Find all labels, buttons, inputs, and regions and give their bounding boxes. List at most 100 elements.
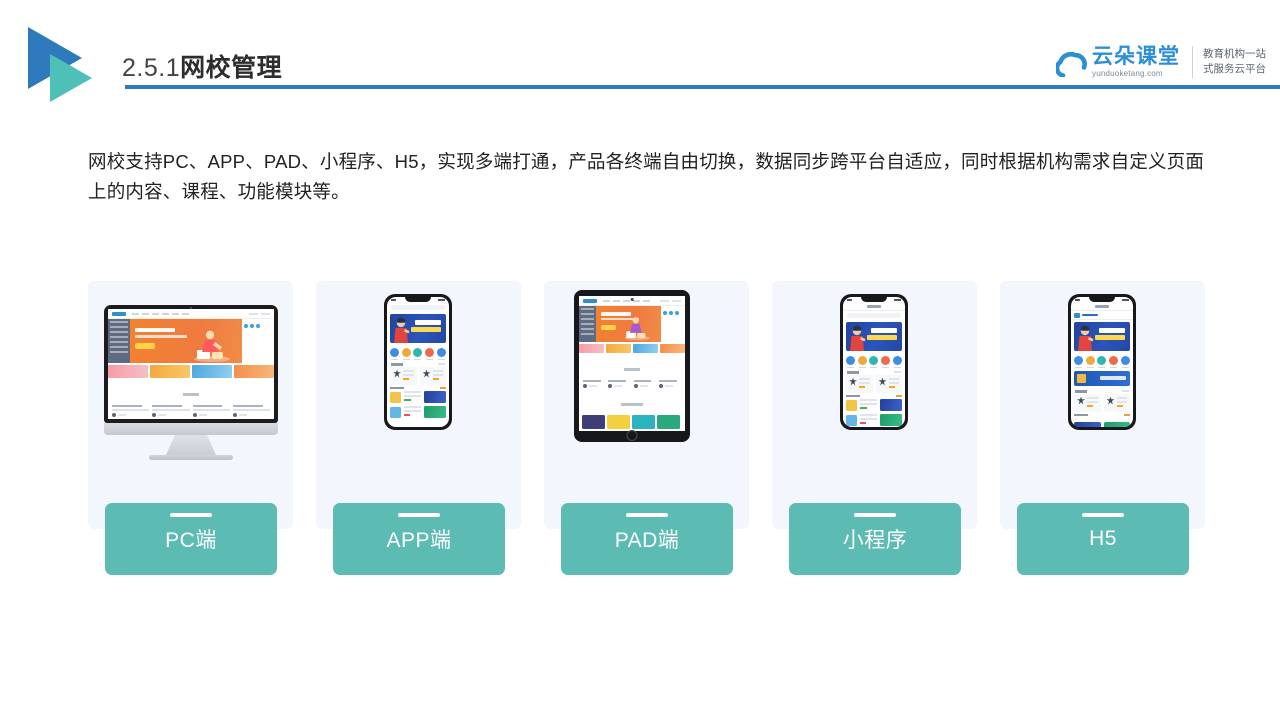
category-item[interactable] (1085, 356, 1095, 368)
star-icon (1106, 396, 1115, 405)
tablet-screen (579, 296, 685, 431)
preview-section-title (579, 390, 685, 413)
app-search-bar[interactable] (387, 303, 449, 312)
category-item[interactable] (857, 356, 867, 368)
app-featured-cards[interactable] (387, 366, 449, 385)
preview-illustration (194, 330, 230, 362)
app-category-icons[interactable] (387, 345, 449, 361)
preview-course-item (583, 380, 605, 388)
preview-course-grid (108, 403, 274, 419)
app-category-item[interactable] (436, 348, 446, 360)
featured-item[interactable] (875, 374, 902, 393)
bottom-banner[interactable] (1103, 422, 1130, 427)
preview-course-item (232, 405, 270, 417)
platform-card-h5 (1000, 281, 1205, 529)
course-item[interactable] (846, 414, 902, 426)
tablet-icon (574, 290, 690, 442)
miniprogram-search-bar[interactable] (843, 311, 905, 320)
preview-section-title (108, 380, 274, 403)
phone-screen (387, 297, 449, 427)
page-title-number: 2.5.1 (122, 54, 181, 82)
preview-course-item (658, 380, 681, 388)
phone-icon (384, 294, 452, 430)
monitor-base (149, 455, 233, 460)
phone-icon (840, 294, 908, 430)
course-item[interactable] (846, 399, 902, 411)
list-header (1074, 413, 1130, 416)
preview-promo-strip (108, 363, 274, 380)
app-course-item[interactable] (390, 391, 446, 403)
tablet-camera-icon (630, 298, 634, 301)
app-category-item[interactable] (413, 348, 423, 360)
brand-logo-block: 云朵课堂 yunduoketang.com 教育机构一站 式服务云平台 (1056, 40, 1266, 84)
app-list-header (390, 386, 446, 389)
badge-h5[interactable]: H5 (1017, 503, 1189, 575)
preview-illustration (624, 317, 650, 341)
page-title-text: 网校管理 (180, 54, 283, 82)
h5-category-icons[interactable] (1071, 353, 1133, 369)
preview-right-panel (242, 319, 274, 363)
platform-card-pad (544, 281, 749, 529)
platform-card-miniprogram (772, 281, 977, 529)
triangle-teal-shape (50, 54, 92, 102)
app-course-list[interactable] (387, 385, 449, 424)
star-icon (1077, 396, 1085, 405)
category-item[interactable] (1074, 356, 1084, 368)
badge-miniprogram[interactable]: 小程序 (789, 503, 961, 575)
tablet-home-button[interactable] (626, 430, 638, 441)
list-header (846, 394, 902, 397)
badge-pad[interactable]: PAD端 (561, 503, 733, 575)
preview-right-panel (661, 306, 685, 342)
app-featured-item[interactable] (390, 366, 417, 385)
category-item[interactable] (881, 356, 891, 368)
phone-screen (843, 297, 905, 427)
featured-cards[interactable] (843, 374, 905, 393)
preview-course-grid (579, 378, 685, 390)
preview-hero (108, 319, 274, 363)
featured-item[interactable] (1103, 393, 1130, 412)
intro-paragraph: 网校支持PC、APP、PAD、小程序、H5，实现多端打通，产品各终端自由切换，数… (88, 150, 1205, 203)
platform-card-pc (88, 281, 293, 529)
category-item[interactable] (1120, 356, 1130, 368)
preview-sidebar (579, 306, 596, 342)
brand-domain: yunduoketang.com (1092, 69, 1163, 78)
miniprogram-title-bar (843, 303, 905, 311)
featured-item[interactable] (846, 374, 873, 393)
preview-tile-grid (579, 413, 685, 431)
preview-promo-strip (579, 342, 685, 355)
h5-bottom-banners[interactable] (1071, 420, 1133, 427)
badge-pc[interactable]: PC端 (105, 503, 277, 575)
app-category-item[interactable] (425, 348, 435, 360)
preview-logo-icon (112, 311, 126, 316)
app-course-item[interactable] (390, 406, 446, 418)
preview-course-item (152, 405, 190, 417)
bottom-banner[interactable] (1074, 422, 1101, 427)
h5-hero-banner (1074, 322, 1130, 351)
category-item[interactable] (1097, 356, 1107, 368)
preview-course-item (633, 380, 656, 388)
miniprogram-category-icons[interactable] (843, 353, 905, 369)
phone-notch (861, 297, 887, 302)
brand-tagline-line2: 式服务云平台 (1203, 63, 1266, 75)
course-list[interactable] (1071, 412, 1133, 421)
category-item[interactable] (1109, 356, 1119, 368)
preview-banner (596, 306, 661, 342)
course-list[interactable] (843, 393, 905, 428)
category-item[interactable] (869, 356, 879, 368)
badge-app[interactable]: APP端 (333, 503, 505, 575)
app-banner-illustration (394, 317, 410, 343)
phone-icon (1068, 294, 1136, 430)
app-category-item[interactable] (390, 348, 400, 360)
brand-divider (1192, 46, 1193, 78)
featured-cards[interactable] (1071, 393, 1133, 412)
category-item[interactable] (846, 356, 856, 368)
h5-promo-banner[interactable] (1074, 371, 1130, 386)
app-featured-item[interactable] (419, 366, 446, 385)
preview-section-title (579, 355, 685, 378)
featured-item[interactable] (1074, 393, 1101, 412)
category-item[interactable] (892, 356, 902, 368)
app-category-item[interactable] (401, 348, 411, 360)
brand-wordmark: 云朵课堂 yunduoketang.com (1092, 46, 1180, 78)
brand-tagline-line1: 教育机构一站 (1203, 47, 1266, 60)
star-icon (393, 369, 401, 378)
